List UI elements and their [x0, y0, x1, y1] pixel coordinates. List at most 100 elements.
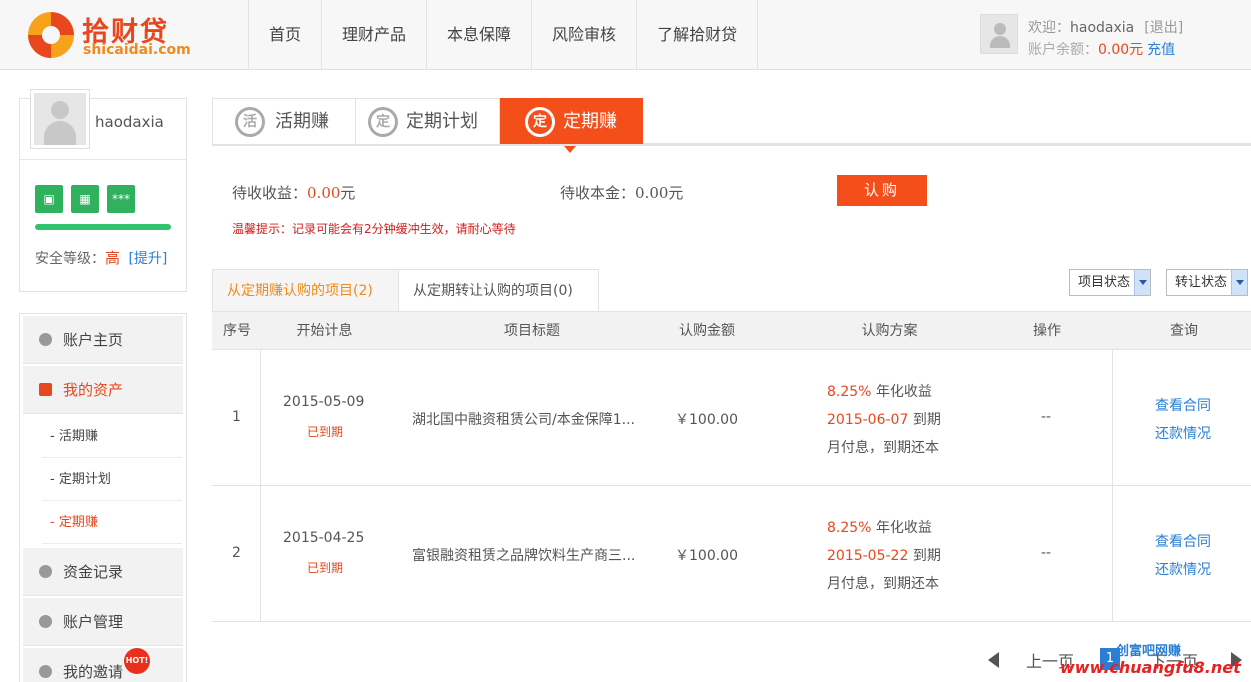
row-project-title[interactable]: 富银融资租赁之品牌饮料生产商三...	[412, 545, 635, 565]
row-due-date: 2015-06-07 到期	[827, 409, 941, 429]
user-icon	[39, 333, 52, 346]
profile-divider	[20, 159, 186, 160]
status-badge: 已到期	[307, 561, 344, 575]
transfer-status-value: 转让状态	[1175, 275, 1228, 290]
profile-card: haodaxia ▣ ▦ *** 安全等级：高 [提升]	[19, 89, 187, 292]
row-divider	[260, 486, 261, 622]
id-card-icon[interactable]: ▣	[35, 185, 63, 213]
prev-arrow-icon[interactable]	[988, 652, 999, 668]
row-repay-mode: 月付息，到期还本	[827, 576, 939, 592]
balance-text: 账户余额：0.00元 充值	[1028, 39, 1175, 59]
nav-risk-review[interactable]: 风险审核	[532, 0, 638, 70]
row-due-date-value: 2015-05-22	[827, 548, 909, 564]
row-project-title[interactable]: 湖北国中融资租赁公司/本金保障1...	[412, 409, 635, 429]
row-rate-value: 8.25%	[827, 384, 872, 400]
row-rate: 8.25% 年化收益	[827, 517, 932, 537]
security-level: 安全等级：高 [提升]	[35, 247, 167, 268]
main-nav: 首页 理财产品 本息保障 风险审核 了解拾财贷	[248, 0, 759, 70]
repayment-status-link[interactable]: 还款情况	[1155, 423, 1211, 443]
col-operation: 操作	[1033, 323, 1061, 339]
nav-home[interactable]: 首页	[249, 0, 323, 70]
chevron-down-icon	[1134, 270, 1150, 295]
submenu-current-earn[interactable]: - 活期赚	[42, 416, 182, 458]
pending-principal: 待收本金：0.00元	[560, 182, 683, 203]
table-row: 2 2015-04-25 已到期 富银融资租赁之品牌饮料生产商三... ￥100…	[212, 486, 1251, 622]
avatar-placeholder-icon	[34, 93, 86, 145]
project-status-value: 项目状态	[1078, 275, 1131, 290]
chevron-down-icon	[1231, 270, 1247, 295]
col-index: 序号	[223, 323, 251, 339]
logout-link[interactable]: [退出]	[1144, 20, 1183, 36]
fixed-plan-icon: 定	[368, 107, 398, 137]
tab-fixed-plan[interactable]: 定定期计划	[355, 98, 500, 144]
table-header: 序号 开始计息 项目标题 认购金额 认购方案 操作 查询	[212, 312, 1251, 350]
row-due-label: 到期	[912, 548, 941, 564]
active-tab-pointer	[564, 146, 576, 153]
subscribe-button[interactable]: 认购	[837, 175, 927, 206]
save-icon	[39, 383, 52, 396]
welcome-prefix: 欢迎：	[1028, 20, 1070, 36]
password-icon[interactable]: ***	[107, 185, 135, 213]
pending-income-unit: 元	[340, 184, 356, 202]
row-rate: 8.25% 年化收益	[827, 381, 932, 401]
user-avatar-icon[interactable]	[980, 14, 1018, 54]
invite-icon	[39, 665, 52, 678]
menu-account-home-label: 账户主页	[63, 331, 124, 349]
balance-label: 账户余额：	[1028, 42, 1098, 58]
menu-fund-records-label: 资金记录	[63, 563, 124, 581]
next-page-link[interactable]: 下一页	[1150, 648, 1198, 672]
tip-text: 温馨提示：记录可能会有2分钟缓冲生效，请耐心等待	[232, 222, 516, 236]
menu-fund-records[interactable]: 资金记录	[23, 548, 183, 596]
current-page-number[interactable]: 1	[1100, 648, 1120, 670]
menu-account-management[interactable]: 账户管理	[23, 598, 183, 646]
nav-about[interactable]: 了解拾财贷	[637, 0, 759, 70]
security-upgrade-link[interactable]: [提升]	[128, 251, 167, 267]
prev-page-link[interactable]: 上一页	[1026, 648, 1074, 672]
submenu-fixed-earn[interactable]: - 定期赚	[42, 502, 182, 544]
row-index: 1	[232, 409, 241, 425]
welcome-text: 欢迎：haodaxia [退出]	[1028, 17, 1183, 37]
subtab-transfer-projects[interactable]: 从定期转让认购的项目(0)	[398, 269, 599, 311]
subtab-fixed-earn-projects[interactable]: 从定期赚认购的项目(2)	[212, 269, 399, 311]
col-query: 查询	[1170, 323, 1198, 339]
menu-my-assets-label: 我的资产	[63, 381, 124, 399]
row-divider	[260, 350, 261, 486]
menu-my-assets[interactable]: 我的资产	[23, 366, 183, 414]
repayment-status-link[interactable]: 还款情况	[1155, 559, 1211, 579]
project-status-select[interactable]: 项目状态	[1069, 269, 1151, 296]
security-label: 安全等级：	[35, 251, 105, 267]
table-row: 1 2015-05-09 已到期 湖北国中融资租赁公司/本金保障1... ￥10…	[212, 350, 1251, 486]
site-logo[interactable]: 拾财贷 shicaidai.com	[28, 10, 198, 60]
row-start-date: 2015-04-25	[283, 530, 365, 546]
pending-principal-label: 待收本金：	[560, 184, 636, 202]
nav-guarantee[interactable]: 本息保障	[427, 0, 533, 70]
col-amount: 认购金额	[679, 323, 735, 339]
menu-my-invite[interactable]: 我的邀请	[23, 648, 183, 682]
menu-account-home[interactable]: 账户主页	[23, 316, 183, 364]
account-menu: 账户主页 我的资产 - 活期赚 - 定期计划 - 定期赚 资金记录 账户管理 我…	[19, 313, 187, 682]
nav-products[interactable]: 理财产品	[322, 0, 428, 70]
next-arrow-icon[interactable]	[1231, 652, 1242, 668]
recharge-link[interactable]: 充值	[1147, 42, 1175, 58]
pending-principal-value: 0.00元	[635, 184, 684, 202]
tab-fixed-earn[interactable]: 定定期赚	[500, 98, 643, 144]
tab-current-earn[interactable]: 活活期赚	[212, 98, 356, 144]
calculator-icon[interactable]: ▦	[71, 185, 99, 213]
security-level-value: 高	[105, 249, 121, 267]
submenu-fixed-plan[interactable]: - 定期计划	[42, 459, 182, 501]
row-rate-value: 8.25%	[827, 520, 872, 536]
hot-badge-icon: HOT!	[124, 648, 150, 674]
product-tabs: 活活期赚 定定期计划 定定期赚	[212, 98, 1251, 146]
transfer-status-select[interactable]: 转让状态	[1166, 269, 1248, 296]
col-title: 项目标题	[504, 323, 560, 339]
profile-avatar[interactable]	[30, 89, 90, 149]
row-due-label: 到期	[912, 412, 941, 428]
gear-icon	[39, 615, 52, 628]
row-index: 2	[232, 545, 241, 561]
view-contract-link[interactable]: 查看合同	[1155, 395, 1211, 415]
row-due-date-value: 2015-06-07	[827, 412, 909, 428]
subscription-table: 序号 开始计息 项目标题 认购金额 认购方案 操作 查询 1 2015-05-0…	[212, 311, 1251, 682]
view-contract-link[interactable]: 查看合同	[1155, 531, 1211, 551]
row-repay-mode: 月付息，到期还本	[827, 440, 939, 456]
coins-icon	[39, 565, 52, 578]
